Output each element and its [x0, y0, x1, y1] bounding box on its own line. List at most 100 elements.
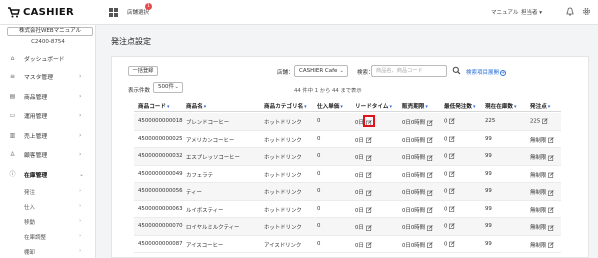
edit-icon[interactable] [447, 135, 456, 142]
sidebar-subitem-purchase[interactable]: 仕入 › [24, 203, 94, 211]
sidebar-subitem-label: 発注 [24, 190, 36, 196]
shop-label: 店舗： [277, 70, 294, 76]
user-menu[interactable]: 担当者 ▾ [521, 8, 542, 16]
shop-select[interactable]: CASHIER Cafe ⌄ [294, 65, 348, 77]
edit-icon[interactable] [546, 207, 554, 214]
edit-icon[interactable] [447, 118, 456, 125]
edit-icon[interactable] [546, 189, 554, 196]
sort-icon: ▾ [304, 104, 307, 110]
cell-cost: 0 [317, 171, 320, 177]
cell-code: 4500000000032 [138, 153, 183, 159]
cell-stock-value: 99 [485, 153, 492, 159]
sort-icon: ▾ [340, 104, 343, 110]
cell-cost: 0 [317, 206, 320, 212]
edit-icon[interactable] [425, 172, 433, 179]
search-input[interactable]: 商品名、商品コード [371, 65, 447, 77]
cell-name-value: ティー [186, 190, 202, 196]
cashier-logo[interactable]: CASHIER [7, 5, 74, 19]
edit-icon[interactable] [425, 154, 433, 161]
edit-icon[interactable] [447, 205, 456, 212]
edit-icon[interactable] [546, 137, 554, 144]
cell-name: ルイボスティー [186, 206, 223, 214]
column-header-label: 現在在庫数 [485, 104, 513, 110]
highlighted-edit-button[interactable] [363, 115, 375, 127]
store-name-box[interactable]: 株式会社WEBマニュアル [7, 27, 93, 36]
edit-icon[interactable] [546, 154, 554, 161]
sidebar-item-customers[interactable]: ♙ 顧客管理 › [0, 148, 96, 160]
sort-icon: ▾ [203, 104, 207, 110]
sidebar-item-operations[interactable]: ▭ 運用管理 › [0, 109, 96, 121]
cell-lead-value: 0日 [355, 172, 364, 179]
table-row: 4500000000049 カフェラテ ホットドリンク 0 0日 0日0時間 0 99 無制限 [134, 166, 561, 183]
edit-icon[interactable] [364, 242, 372, 249]
sidebar-subitem-stocktake[interactable]: 棚卸 › [24, 248, 94, 256]
edit-icon[interactable] [364, 207, 372, 214]
sidebar-item-products[interactable]: ▤ 商品管理 › [0, 90, 96, 102]
cell-category-value: ホットドリンク [264, 172, 302, 179]
doc-icon: ▭ [9, 111, 16, 119]
sidebar-subitem-transfer[interactable]: 移動 › [24, 218, 94, 226]
cell-lead: 0日 [355, 136, 372, 144]
edit-icon[interactable] [546, 224, 554, 231]
edit-icon[interactable] [447, 153, 456, 160]
cell-category: ホットドリンク [264, 171, 302, 179]
column-header-reorder-point[interactable]: 発注点▾ [530, 102, 550, 110]
edit-icon[interactable] [447, 188, 456, 195]
cell-limit: 0日0時間 [402, 223, 433, 231]
column-header-category[interactable]: 商品カテゴリ名▾ [264, 102, 307, 110]
edit-icon[interactable] [425, 119, 433, 126]
column-header-stock[interactable]: 現在在庫数▾ [485, 102, 517, 110]
edit-icon[interactable] [364, 189, 372, 196]
advanced-search-label: 検索項目展開 [466, 70, 500, 76]
cell-cost: 0 [317, 153, 320, 159]
sidebar-item-master[interactable]: ≡ マスタ管理 › [0, 70, 96, 82]
sidebar-subitem-adjust[interactable]: 在庫調整 › [24, 233, 94, 241]
sidebar-item-sales[interactable]: ▥ 売上管理 › [0, 129, 96, 141]
cell-limit-value: 0日0時間 [402, 225, 426, 231]
cell-point: 無制限 [530, 153, 554, 161]
cell-point-value: 無制限 [530, 172, 547, 179]
column-header-min-order[interactable]: 最低発注数▾ [444, 102, 476, 110]
edit-icon[interactable] [425, 224, 433, 231]
column-header-cost[interactable]: 仕入単価▾ [317, 102, 343, 110]
edit-icon[interactable] [364, 137, 372, 144]
manual-link[interactable]: マニュアル [491, 8, 518, 16]
column-header-sales-limit[interactable]: 販売期限▾ [402, 102, 428, 110]
search-icon[interactable] [452, 66, 461, 75]
edit-icon[interactable] [447, 170, 456, 177]
edit-icon[interactable] [425, 242, 433, 249]
edit-icon[interactable] [364, 172, 372, 179]
cell-name: カフェラテ [186, 171, 213, 179]
edit-icon[interactable] [447, 223, 456, 230]
edit-icon[interactable] [364, 154, 372, 161]
cell-lead: 0日 [355, 223, 372, 231]
edit-icon[interactable] [425, 207, 433, 214]
bulk-register-button[interactable]: 一括登録 [128, 66, 158, 76]
edit-icon[interactable] [546, 172, 554, 179]
column-header-code[interactable]: 商品コード▾ [138, 102, 170, 110]
box-icon: ▤ [9, 92, 16, 100]
cell-point: 無制限 [530, 206, 554, 214]
chevron-right-icon: › [79, 131, 82, 139]
gear-icon[interactable] [582, 7, 591, 16]
per-page-select[interactable]: 500件 ⌄ [153, 82, 183, 93]
edit-icon[interactable] [425, 137, 433, 144]
sidebar-item-dashboard[interactable]: ⌂ ダッシュボード [0, 52, 96, 64]
edit-icon[interactable] [447, 240, 456, 247]
column-header-lead-time[interactable]: リードタイム▾ [355, 102, 392, 110]
bell-icon[interactable] [566, 7, 574, 16]
edit-icon[interactable] [364, 224, 372, 231]
advanced-search-link[interactable]: 検索項目展開 + [466, 68, 507, 76]
sort-icon: ▾ [166, 104, 170, 110]
cell-name: アメリカンコーヒー [186, 136, 234, 144]
edit-icon[interactable] [540, 118, 548, 125]
app-grid-icon[interactable] [109, 8, 118, 17]
sidebar-item-inventory[interactable]: ⓘ 在庫管理 ⌄ [0, 168, 96, 180]
sidebar-subitem-order[interactable]: 発注 › [24, 188, 94, 196]
cell-cost-value: 0 [317, 205, 321, 212]
edit-icon[interactable] [425, 189, 433, 196]
cell-cost-value: 0 [317, 153, 321, 159]
cell-code-value: 4500000000070 [138, 223, 183, 229]
column-header-name[interactable]: 商品名▾ [186, 102, 206, 110]
edit-icon[interactable] [546, 242, 554, 249]
